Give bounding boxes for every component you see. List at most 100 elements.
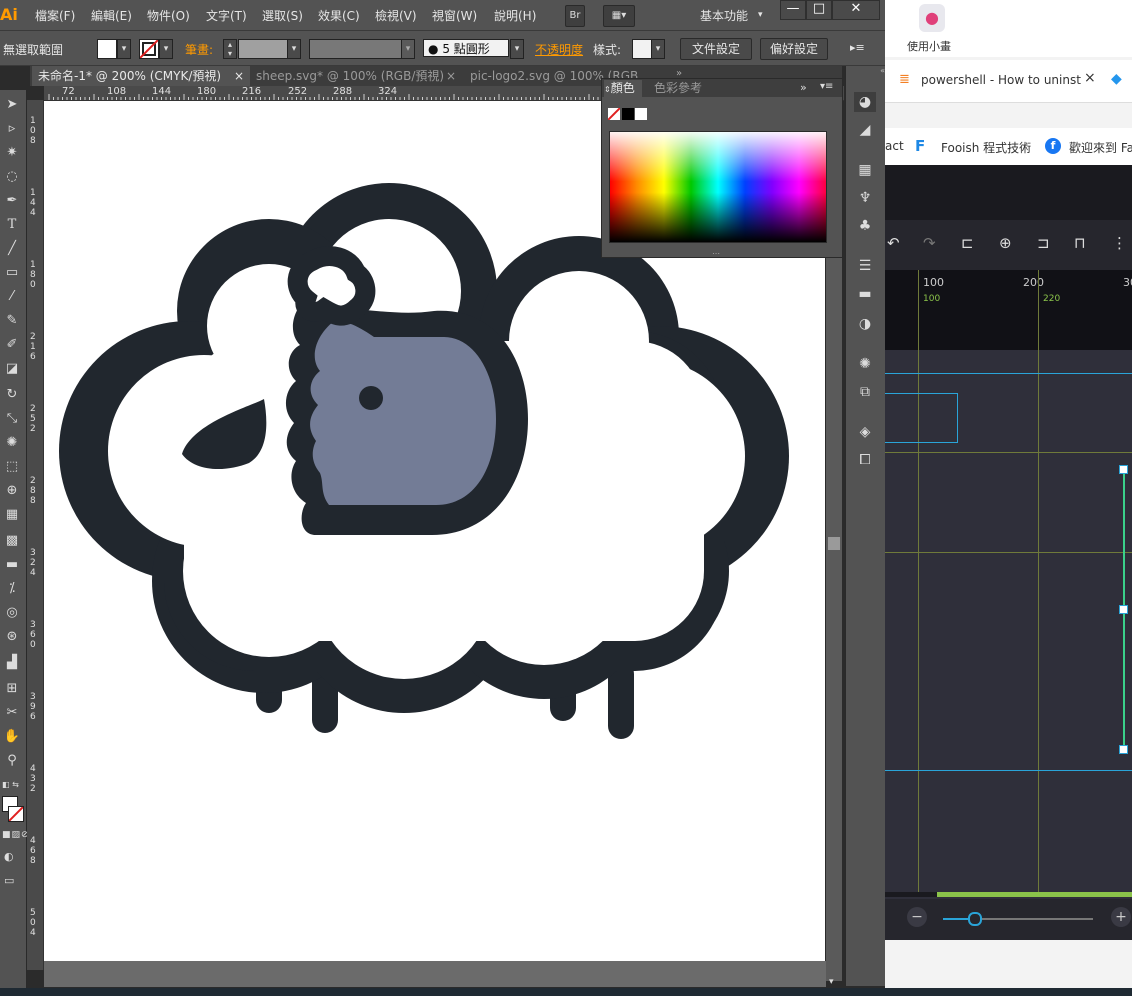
document-setup-button[interactable]: 文件設定 — [680, 38, 752, 60]
brushes-icon[interactable]: ♆ — [854, 188, 876, 208]
color-mode-icons[interactable]: ■▨⊘ — [2, 830, 29, 840]
resize-handle[interactable] — [1119, 745, 1128, 754]
color-guide-icon[interactable]: ◢ — [854, 120, 876, 140]
stroke-weight-dropdown-icon[interactable]: ▾ — [287, 39, 301, 59]
menu-effect[interactable]: 效果(C) — [318, 7, 360, 24]
eraser-icon[interactable]: ◪ — [0, 358, 24, 380]
fill-dropdown-icon[interactable]: ▾ — [117, 39, 131, 59]
bookmark-fooish[interactable]: Fooish 程式技術 — [941, 139, 1031, 156]
gradient-panel-icon[interactable]: ▬ — [854, 284, 876, 304]
eyedropper-icon[interactable]: ⁒ — [0, 578, 24, 600]
stroke-icon[interactable]: ☰ — [854, 256, 876, 276]
workspace-switcher[interactable]: 基本功能 — [700, 7, 748, 24]
docker-icon[interactable]: ◆ — [1111, 71, 1122, 87]
collapse-dock-icon[interactable]: « — [846, 66, 885, 76]
align-center-icon[interactable]: ⊕ — [999, 234, 1012, 252]
appearance-icon[interactable]: ✺ — [854, 354, 876, 374]
zoom-icon[interactable]: ⚲ — [0, 750, 24, 772]
resize-handle[interactable] — [1119, 465, 1128, 474]
minimize-button[interactable]: — — [780, 0, 806, 20]
bookmark-facebook[interactable]: 歡迎來到 Fa — [1069, 139, 1132, 156]
stroke-swatch[interactable] — [139, 39, 159, 59]
blend-icon[interactable]: ◎ — [0, 602, 24, 624]
stroke-label[interactable]: 筆畫: — [185, 41, 213, 58]
bridge-button[interactable]: Br — [565, 5, 585, 27]
menu-file[interactable]: 檔案(F) — [35, 7, 75, 24]
stroke-weight-input[interactable] — [238, 39, 288, 59]
swatches-icon[interactable]: ▦ — [854, 160, 876, 180]
align-top-icon[interactable]: ⊓ — [1074, 234, 1086, 252]
menu-type[interactable]: 文字(T) — [206, 7, 247, 24]
shape-builder-icon[interactable]: ⊕ — [0, 480, 24, 502]
paint-app-icon[interactable]: ● — [919, 4, 945, 32]
magic-wand-icon[interactable]: ✷ — [0, 142, 24, 164]
none-swatch[interactable] — [608, 108, 620, 120]
fill-swatch[interactable] — [97, 39, 117, 59]
artboard-icon[interactable]: ⊞ — [0, 678, 24, 700]
rectangle-icon[interactable]: ▭ — [0, 262, 24, 284]
color-palette-icon[interactable]: ◕ — [854, 92, 876, 112]
blob-brush-icon[interactable]: ✐ — [0, 334, 24, 356]
selection-frame[interactable] — [885, 393, 958, 443]
scrollbar-thumb[interactable] — [828, 537, 840, 550]
paint-app-label[interactable]: 使用小畫 — [907, 38, 951, 54]
symbol-sprayer-icon[interactable]: ⊛ — [0, 626, 24, 648]
graphic-style-swatch[interactable] — [632, 39, 652, 59]
redo-icon[interactable]: ↷ — [923, 234, 936, 252]
brush-definition[interactable]: ● 5 點圓形 — [423, 39, 509, 57]
rotate-icon[interactable]: ↻ — [0, 384, 24, 406]
pencil-icon[interactable]: ✎ — [0, 310, 24, 332]
type-icon[interactable]: T — [0, 214, 24, 236]
panel-menu-icon[interactable]: ▸≡ — [850, 41, 865, 54]
undo-icon[interactable]: ↶ — [887, 234, 900, 252]
preferences-button[interactable]: 偏好設定 — [760, 38, 828, 60]
transparency-icon[interactable]: ◑ — [854, 314, 876, 334]
column-graph-icon[interactable]: ▟ — [0, 652, 24, 674]
selection-icon[interactable]: ➤ — [0, 94, 24, 116]
profile-dropdown-icon[interactable]: ▾ — [401, 39, 415, 59]
tab-untitled[interactable]: 未命名-1* @ 200% (CMYK/預視) × — [32, 66, 250, 86]
screen-mode-icon[interactable]: ▭ — [4, 874, 22, 888]
expand-icon[interactable]: » — [800, 81, 807, 94]
menu-help[interactable]: 說明(H) — [494, 7, 536, 24]
close-icon[interactable]: × — [234, 66, 244, 86]
maximize-button[interactable]: □ — [806, 0, 832, 20]
stroke-dropdown-icon[interactable]: ▾ — [159, 39, 173, 59]
tab-sheep[interactable]: sheep.svg* @ 100% (RGB/預視) × — [250, 66, 462, 86]
menu-select[interactable]: 選取(S) — [262, 7, 303, 24]
menu-object[interactable]: 物件(O) — [147, 7, 190, 24]
arrange-documents-button[interactable]: ▦▾ — [603, 5, 635, 27]
menu-view[interactable]: 檢視(V) — [375, 7, 417, 24]
stroke-color-box[interactable] — [8, 806, 24, 822]
close-button[interactable]: ✕ — [832, 0, 880, 20]
symbols-icon[interactable]: ♣ — [854, 216, 876, 236]
workspace-chevron-icon[interactable]: ▾ — [758, 10, 763, 20]
align-middle-icon[interactable]: ⋮ — [1112, 234, 1127, 252]
white-swatch[interactable] — [635, 108, 647, 120]
gradient-icon[interactable]: ▬ — [0, 554, 24, 576]
mesh-icon[interactable]: ▩ — [0, 530, 24, 552]
color-spectrum[interactable] — [609, 131, 827, 243]
draw-mode-icon[interactable]: ◐ — [4, 850, 22, 864]
zoom-in-icon[interactable]: + — [1111, 907, 1131, 927]
pen-icon[interactable]: ✒ — [0, 190, 24, 212]
browser-tab-close-icon[interactable]: × — [1084, 70, 1096, 86]
brush-dropdown-icon[interactable]: ▾ — [510, 39, 524, 59]
menu-edit[interactable]: 編輯(E) — [91, 7, 132, 24]
panel-menu-icon[interactable]: ▾≡ — [820, 81, 833, 92]
tab-color-guide[interactable]: 色彩參考 — [654, 80, 714, 97]
perspective-icon[interactable]: ▦ — [0, 504, 24, 526]
lasso-icon[interactable]: ◌ — [0, 166, 24, 188]
warp-icon[interactable]: ✺ — [0, 432, 24, 454]
opacity-link[interactable]: 不透明度 — [535, 41, 583, 58]
resize-grip-icon[interactable]: ⋯ — [712, 249, 720, 258]
paintbrush-icon[interactable]: ⁄ — [0, 286, 24, 308]
graphic-styles-icon[interactable]: ⧉ — [854, 382, 876, 402]
bookmark-partial[interactable]: act — [885, 139, 904, 153]
stroke-stepper[interactable]: ▴ ▾ — [223, 39, 237, 59]
align-left-icon[interactable]: ⊏ — [961, 234, 974, 252]
align-right-icon[interactable]: ⊐ — [1037, 234, 1050, 252]
black-swatch[interactable] — [622, 108, 634, 120]
style-dropdown-icon[interactable]: ▾ — [651, 39, 665, 59]
zoom-slider-thumb[interactable] — [968, 912, 982, 926]
